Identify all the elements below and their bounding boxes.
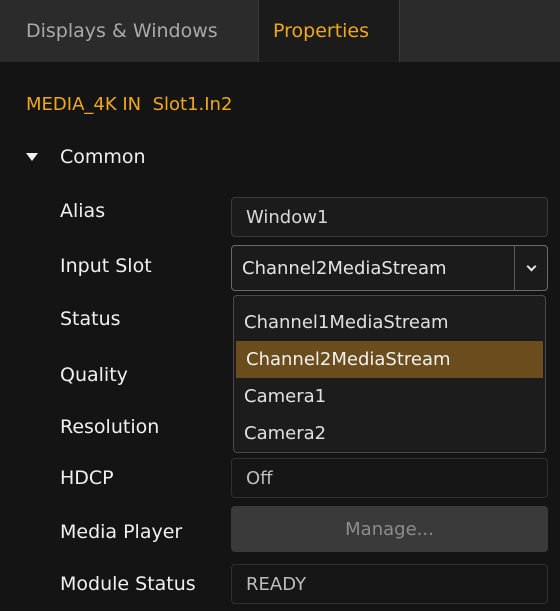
- manage-button[interactable]: Manage...: [231, 506, 548, 552]
- input-slot-select[interactable]: Channel2MediaStream: [231, 245, 548, 291]
- quality-label: Quality: [60, 364, 128, 386]
- chevron-down-icon: [526, 261, 536, 271]
- alias-field[interactable]: Window1: [231, 197, 548, 237]
- tab-bar: Displays & Windows Properties: [0, 0, 560, 62]
- input-slot-dropdown-list: Channel1MediaStream Channel2MediaStream …: [233, 295, 546, 453]
- input-slot-label: Input Slot: [60, 255, 152, 277]
- media-player-label: Media Player: [60, 521, 183, 543]
- section-common-label: Common: [60, 146, 146, 168]
- dropdown-option[interactable]: Camera2: [234, 415, 545, 452]
- hdcp-field: Off: [231, 458, 548, 498]
- alias-label: Alias: [60, 200, 106, 222]
- dropdown-option-selected[interactable]: Channel2MediaStream: [236, 341, 543, 378]
- tab-displays-windows[interactable]: Displays & Windows: [0, 0, 258, 62]
- dropdown-option[interactable]: Channel1MediaStream: [234, 304, 545, 341]
- dropdown-button[interactable]: [514, 246, 547, 290]
- hdcp-label: HDCP: [60, 467, 114, 489]
- properties-panel: MEDIA_4K IN Slot1.In2 Common Alias Windo…: [0, 62, 560, 611]
- expand-triangle-icon: [26, 153, 38, 161]
- status-label: Status: [60, 308, 121, 330]
- input-slot-value: Channel2MediaStream: [242, 257, 447, 279]
- dropdown-option[interactable]: Camera1: [234, 378, 545, 415]
- resolution-label: Resolution: [60, 416, 160, 438]
- module-status-field: READY: [231, 564, 548, 604]
- tab-properties[interactable]: Properties: [258, 0, 400, 62]
- module-status-label: Module Status: [60, 573, 196, 595]
- section-common-toggle[interactable]: Common: [26, 146, 146, 168]
- panel-header-title: MEDIA_4K IN Slot1.In2: [26, 94, 233, 115]
